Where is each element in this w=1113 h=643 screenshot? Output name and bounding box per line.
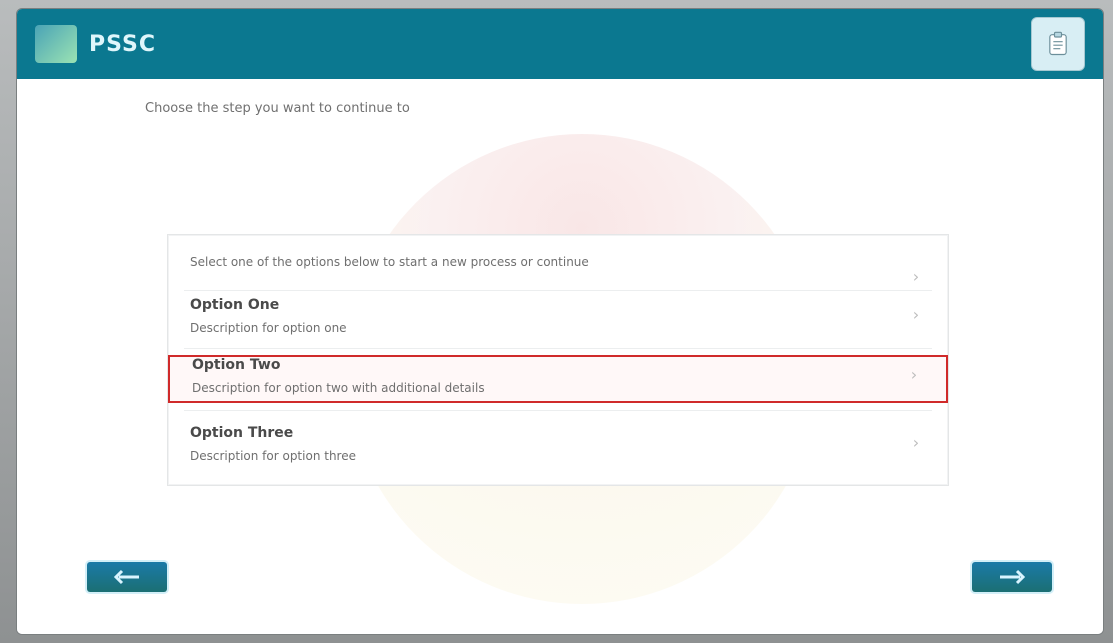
right-arrow-icon [1000,569,1026,585]
divider [184,290,932,291]
main-content: Choose the step you want to continue to … [17,79,1103,634]
list-item-subtitle: Description for option one [190,321,347,335]
back-button[interactable] [87,562,167,592]
list-item[interactable]: Option One Description for option one › [168,297,948,345]
list-item-subtitle: Description for option two with addition… [192,381,485,395]
instruction-text: Choose the step you want to continue to [145,101,410,116]
list-item-title: Option One [190,297,280,313]
list-item-subtitle: Description for option three [190,449,356,463]
options-list: Select one of the options below to start… [167,234,949,486]
list-item-selected[interactable]: Option Two Description for option two wi… [168,355,948,403]
title-left: PSSC [35,25,156,63]
list-item-title: Option Two [192,357,281,373]
app-logo-icon [35,25,77,63]
next-button[interactable] [972,562,1052,592]
divider [184,348,932,349]
chevron-right-icon: › [912,433,920,452]
list-item-subtitle: Select one of the options below to start… [190,255,589,269]
chevron-right-icon: › [910,365,918,384]
list-item[interactable]: Option Three Description for option thre… [168,425,948,473]
list-item-title: Option Three [190,425,294,441]
clipboard-icon-button[interactable] [1031,17,1085,71]
chevron-right-icon: › [912,305,920,324]
app-title: PSSC [89,31,156,57]
left-arrow-icon [113,569,139,585]
titlebar: PSSC [17,9,1103,79]
divider [184,410,932,411]
app-window: PSSC Choose the step you want to continu… [16,8,1104,635]
chevron-right-icon: › [912,267,920,286]
list-item[interactable]: Select one of the options below to start… [168,247,948,285]
clipboard-icon [1049,31,1067,56]
